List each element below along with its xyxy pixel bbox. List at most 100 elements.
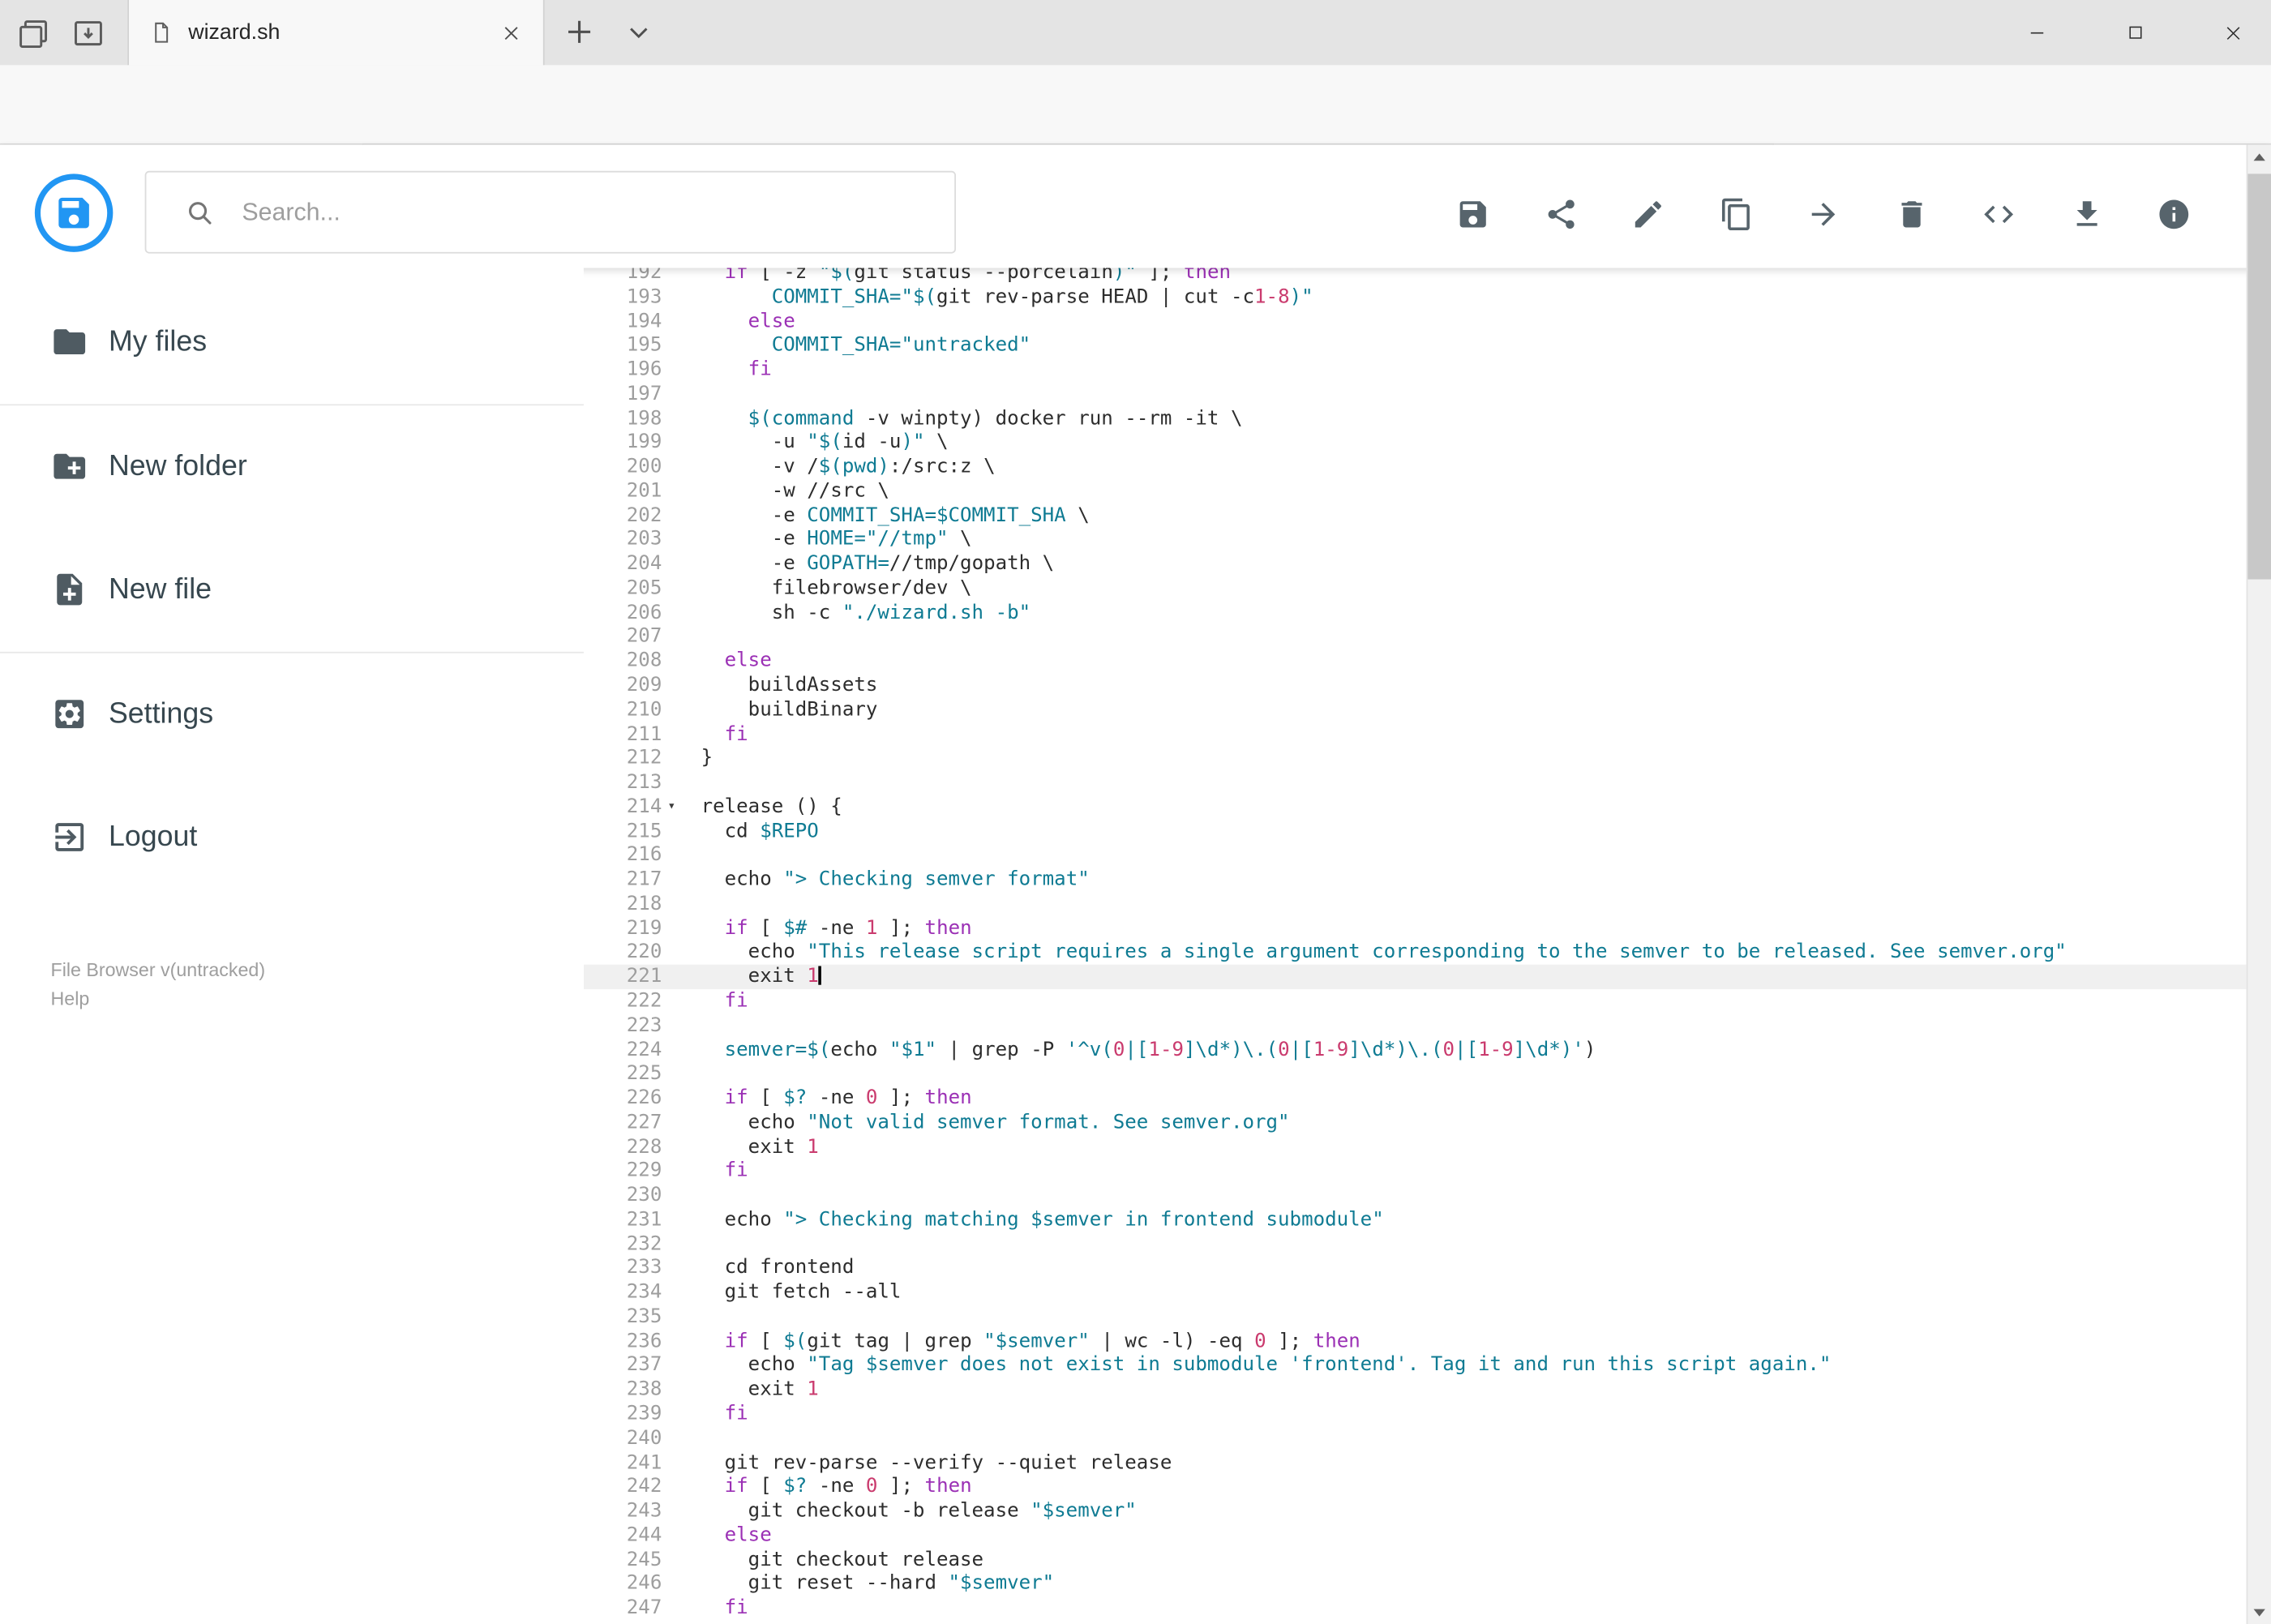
page-icon	[149, 20, 174, 45]
code-line-226[interactable]: 226 if [ $? -ne 0 ]; then	[584, 1086, 2247, 1111]
line-number: 197	[626, 382, 662, 405]
scroll-down-icon[interactable]	[2247, 1600, 2271, 1624]
code-line-208[interactable]: 208 else	[584, 649, 2247, 674]
code-line-196[interactable]: 196 fi	[584, 358, 2247, 382]
code-line-239[interactable]: 239 fi	[584, 1402, 2247, 1426]
copy-button[interactable]	[1719, 197, 1754, 232]
code-line-243[interactable]: 243 git checkout -b release "$semver"	[584, 1499, 2247, 1523]
code-line-227[interactable]: 227 echo "Not valid semver format. See s…	[584, 1111, 2247, 1135]
code-line-247[interactable]: 247 fi	[584, 1596, 2247, 1621]
code-line-198[interactable]: 198 $(command -v winpty) docker run --rm…	[584, 406, 2247, 431]
minimize-button[interactable]	[2003, 0, 2070, 65]
code-line-246[interactable]: 246 git reset --hard "$semver"	[584, 1572, 2247, 1596]
code-line-201[interactable]: 201 -w //src \	[584, 479, 2247, 503]
close-button[interactable]	[2200, 0, 2266, 65]
code-line-222[interactable]: 222 fi	[584, 989, 2247, 1013]
code-line-213[interactable]: 213	[584, 770, 2247, 795]
code-line-225[interactable]: 225	[584, 1062, 2247, 1086]
scrollbar-thumb[interactable]	[2247, 174, 2271, 580]
info-button[interactable]	[2157, 197, 2192, 232]
code-line-211[interactable]: 211 fi	[584, 722, 2247, 747]
fold-marker-icon[interactable]: ▾	[662, 795, 701, 819]
set-tabs-aside-icon[interactable]	[66, 11, 110, 55]
maximize-button[interactable]	[2102, 0, 2168, 65]
code-line-206[interactable]: 206 sh -c "./wizard.sh -b"	[584, 601, 2247, 625]
code-line-245[interactable]: 245 git checkout release	[584, 1548, 2247, 1572]
code-line-223[interactable]: 223	[584, 1013, 2247, 1038]
folder-icon	[54, 329, 86, 355]
new-tab-button[interactable]	[559, 11, 600, 52]
code-line-237[interactable]: 237 echo "Tag $semver does not exist in …	[584, 1353, 2247, 1378]
download-button[interactable]	[2069, 197, 2104, 232]
code-editor[interactable]: 192 if [ -z "$(git status --porcelain)" …	[583, 260, 2247, 1624]
code-line-236[interactable]: 236 if [ $(git tag | grep "$semver" | wc…	[584, 1329, 2247, 1353]
code-line-242[interactable]: 242 if [ $? -ne 0 ]; then	[584, 1475, 2247, 1499]
code-line-229[interactable]: 229 fi	[584, 1159, 2247, 1184]
edit-button[interactable]	[1630, 197, 1665, 232]
move-button[interactable]	[1806, 197, 1841, 232]
fold-gutter	[662, 1475, 701, 1499]
code-line-235[interactable]: 235	[584, 1305, 2247, 1329]
code-text: fi	[724, 1402, 748, 1425]
code-line-193[interactable]: 193 COMMIT_SHA="$(git rev-parse HEAD | c…	[584, 285, 2247, 309]
code-line-202[interactable]: 202 -e COMMIT_SHA=$COMMIT_SHA \	[584, 503, 2247, 528]
fold-gutter	[662, 770, 701, 795]
code-line-228[interactable]: 228 exit 1	[584, 1135, 2247, 1159]
code-text: else	[724, 1523, 772, 1547]
code-line-238[interactable]: 238 exit 1	[584, 1378, 2247, 1402]
help-link[interactable]: Help	[51, 985, 266, 1014]
sidebar-item-new-folder[interactable]: New folder	[0, 416, 584, 517]
code-line-231[interactable]: 231 echo "> Checking matching $semver in…	[584, 1208, 2247, 1232]
code-line-194[interactable]: 194 else	[584, 309, 2247, 333]
code-line-240[interactable]: 240	[584, 1426, 2247, 1450]
code-line-233[interactable]: 233 cd frontend	[584, 1256, 2247, 1280]
sidebar-item-logout[interactable]: Logout	[0, 786, 584, 888]
delete-button[interactable]	[1894, 197, 1929, 232]
code-line-203[interactable]: 203 -e HOME="//tmp" \	[584, 528, 2247, 552]
search-box[interactable]	[144, 170, 956, 254]
code-line-241[interactable]: 241 git rev-parse --verify --quiet relea…	[584, 1450, 2247, 1475]
code-line-212[interactable]: 212}	[584, 747, 2247, 771]
scroll-up-icon[interactable]	[2247, 145, 2271, 169]
code-button[interactable]	[1982, 197, 2016, 232]
code-line-221[interactable]: 221 exit 1	[583, 965, 2247, 990]
code-line-220[interactable]: 220 echo "This release script requires a…	[584, 941, 2247, 965]
code-line-197[interactable]: 197	[584, 382, 2247, 406]
save-button[interactable]	[1455, 197, 1490, 232]
search-input[interactable]	[238, 196, 882, 229]
sidebar-item-settings[interactable]: Settings	[0, 663, 584, 765]
code-line-204[interactable]: 204 -e GOPATH=//tmp/gopath \	[584, 552, 2247, 576]
fold-gutter	[662, 892, 701, 916]
code-line-214[interactable]: 214 ▾ release () {	[584, 795, 2247, 819]
code-line-224[interactable]: 224 semver=$(echo "$1" | grep -P '^v(0|[…	[584, 1038, 2247, 1062]
code-line-209[interactable]: 209 buildAssets	[584, 674, 2247, 698]
sidebar-item-my-files[interactable]: My files	[0, 291, 584, 392]
browser-tab[interactable]: wizard.sh	[127, 0, 545, 66]
code-line-218[interactable]: 218	[584, 892, 2247, 916]
code-line-232[interactable]: 232	[584, 1232, 2247, 1257]
code-line-219[interactable]: 219 if [ $# -ne 1 ]; then	[584, 916, 2247, 941]
share-button[interactable]	[1543, 197, 1578, 232]
code-line-216[interactable]: 216	[584, 843, 2247, 868]
code-line-217[interactable]: 217 echo "> Checking semver format"	[584, 868, 2247, 892]
line-number: 226	[626, 1086, 662, 1110]
tab-preview-icon[interactable]	[11, 11, 55, 55]
code-line-205[interactable]: 205 filebrowser/dev \	[584, 576, 2247, 601]
fold-gutter	[662, 1062, 701, 1086]
code-text: release () {	[701, 795, 842, 819]
sidebar-item-new-file[interactable]: New file	[0, 539, 584, 641]
code-line-234[interactable]: 234 git fetch --all	[584, 1280, 2247, 1305]
code-line-199[interactable]: 199 -u "$(id -u)" \	[584, 431, 2247, 455]
code-line-195[interactable]: 195 COMMIT_SHA="untracked"	[584, 333, 2247, 358]
code-line-244[interactable]: 244 else	[584, 1523, 2247, 1548]
page-scrollbar[interactable]	[2246, 144, 2271, 1624]
code-line-200[interactable]: 200 -v /$(pwd):/src:z \	[584, 455, 2247, 479]
line-number: 229	[626, 1159, 662, 1183]
fold-gutter	[662, 1256, 701, 1280]
code-line-230[interactable]: 230	[584, 1184, 2247, 1208]
code-line-210[interactable]: 210 buildBinary	[584, 698, 2247, 722]
tab-list-chevron-icon[interactable]	[620, 13, 658, 50]
code-line-215[interactable]: 215 cd $REPO	[584, 819, 2247, 843]
tab-close-icon[interactable]	[497, 18, 526, 47]
code-line-207[interactable]: 207	[584, 625, 2247, 649]
